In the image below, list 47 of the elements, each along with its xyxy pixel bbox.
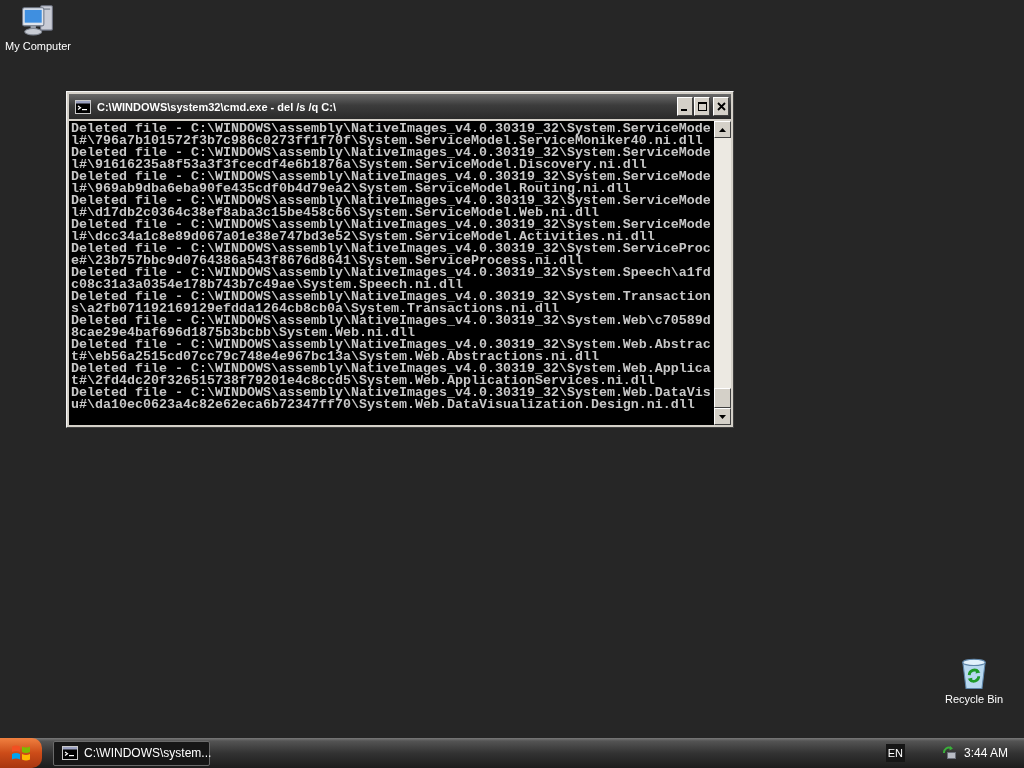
arrows-icon[interactable] [941,746,956,760]
console-line: e#\23b757bbc9d0764386a543f8676d8641\System.ServiceProcess.ni.dll [71,255,583,267]
minimize-button[interactable] [677,97,693,116]
console-line: 8cae29e4baf696d1875b3bcbb\System.Web.ni.dll [71,327,415,339]
console-line: l#\796a7b101572f3b7c986c0273ff1f70f\System.ServiceModel.ServiceMoniker40.ni.dll [71,135,703,147]
computer-icon[interactable] [21,3,55,37]
down-arrow-icon [719,414,726,419]
up-arrow-icon [719,127,726,132]
scroll-up-button[interactable] [714,121,731,138]
console-line: Deleted file - C:\WINDOWS\assembly\NativeImages_v4.0.30319_32\System.Transaction [71,291,712,303]
clock[interactable]: 3:44 AM [963,746,1008,760]
scroll-down-button[interactable] [714,408,731,425]
flag-icon [12,745,30,761]
window-title: C:\WINDOWS\system32\cmd.exe - del /s /q C:\ [97,100,337,113]
scrollbar-thumb[interactable] [714,388,731,408]
console-line: Deleted file - C:\WINDOWS\assembly\NativeImages_v4.0.30319_32\System.ServiceMode [71,171,712,183]
console-line: Deleted file - C:\WINDOWS\assembly\NativeImages_v4.0.30319_32\System.ServiceMode [71,195,712,207]
scrollbar[interactable] [714,121,731,425]
console-line: t#\2fd4dc20f326515738f79201e4c8ccd5\System.Web.ApplicationServices.ni.dll [71,375,655,387]
console-line: l#\91616235a8f53a3f3fcecdf4e6b1876a\System.ServiceModel.Discovery.ni.dll [71,159,647,171]
console-line: t#\eb56a2515cd07cc79c748e4e967bc13a\System.Web.Abstractions.ni.dll [71,351,599,363]
console-line: Deleted file - C:\WINDOWS\assembly\NativeImages_v4.0.30319_32\System.Web.DataVis [71,387,712,399]
start-button[interactable] [0,738,42,768]
terminal-icon [62,746,78,760]
console-line: Deleted file - C:\WINDOWS\assembly\NativeImages_v4.0.30319_32\System.Web\c70589d [71,315,712,327]
console-line: Deleted file - C:\WINDOWS\assembly\NativeImages_v4.0.30319_32\System.Web.Applica [71,363,712,375]
maximize-icon [697,102,707,111]
taskbar-button[interactable]: C:\WINDOWS\system... [53,740,210,766]
console-line: l#\969ab9dba6eba90fe435cdf0b4d79ea2\System.ServiceModel.Routing.ni.dll [71,183,631,195]
close-icon [716,102,726,111]
desktop-icon-label[interactable]: Recycle Bin [944,693,1004,706]
close-button[interactable] [713,97,729,116]
console-line: Deleted file - C:\WINDOWS\assembly\NativeImages_v4.0.30319_32\System.Web.Abstrac [71,339,712,351]
console-line: s\a2fb071192169129efdda1264cb8cb0a\System.Transactions.ni.dll [71,303,559,315]
language-indicator[interactable]: EN [885,744,905,762]
console-line: u#\da10ec0623a4c82e62eca6b72347ff70\System.Web.DataVisualization.Design.ni.dll [71,399,695,411]
maximize-button[interactable] [694,97,710,116]
console-line: Deleted file - C:\WINDOWS\assembly\NativeImages_v4.0.30319_32\System.ServiceMode [71,147,712,159]
console-line: Deleted file - C:\WINDOWS\assembly\NativeImages_v4.0.30319_32\System.ServiceProc [71,243,712,255]
console-line: Deleted file - C:\WINDOWS\assembly\NativeImages_v4.0.30319_32\System.ServiceMode [71,123,712,135]
console-line: Deleted file - C:\WINDOWS\assembly\NativeImages_v4.0.30319_32\System.Speech\a1fd [71,267,712,279]
console-line: l#\dcc34a1c8e89d067a01e38e747bd3e52\System.ServiceModel.Activities.ni.dll [71,231,655,243]
console-line: Deleted file - C:\WINDOWS\assembly\NativeImages_v4.0.30319_32\System.ServiceMode [71,219,712,231]
console-line: c08c31a3a0354e178b743b7c49ae\System.Speech.ni.dll [71,279,463,291]
terminal-icon [75,99,91,114]
console-line: l#\d17db2c0364c38ef8aba3c15be458c66\System.ServiceModel.Web.ni.dll [71,207,599,219]
desktop-icon-label[interactable]: My Computer [5,40,71,53]
